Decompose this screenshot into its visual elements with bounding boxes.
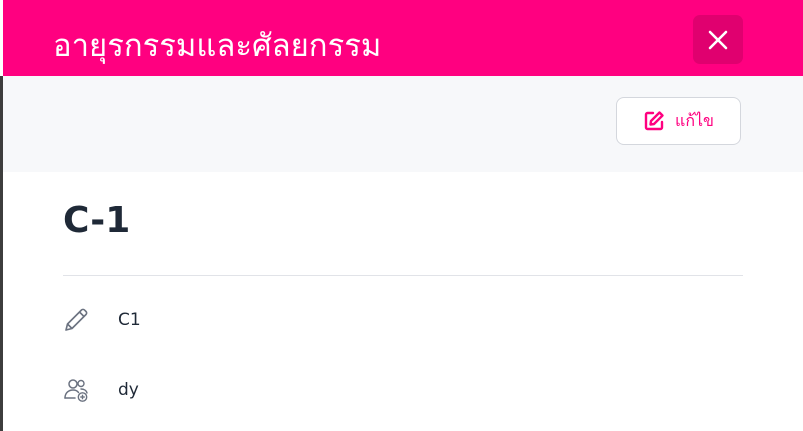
detail-row-members: dy [61, 375, 139, 405]
detail-modal: อายุรกรรมและศัลยกรรม แก้ไข C-1 C1 dy [3, 0, 803, 431]
close-icon [708, 30, 728, 49]
modal-toolbar: แก้ไข [3, 76, 803, 172]
edit-square-icon [644, 111, 664, 131]
divider [63, 275, 743, 276]
edit-button[interactable]: แก้ไข [616, 97, 741, 145]
detail-row-value: C1 [118, 310, 141, 330]
modal-title: อายุรกรรมและศัลยกรรม [53, 28, 382, 64]
close-button[interactable] [693, 15, 743, 64]
users-add-icon [61, 375, 91, 405]
item-title: C-1 [63, 200, 131, 241]
modal-header: อายุรกรรมและศัลยกรรม [3, 0, 803, 76]
detail-row-name: C1 [61, 305, 141, 335]
edit-button-label: แก้ไข [675, 111, 714, 130]
detail-row-value: dy [118, 380, 139, 400]
pencil-icon [61, 305, 91, 335]
